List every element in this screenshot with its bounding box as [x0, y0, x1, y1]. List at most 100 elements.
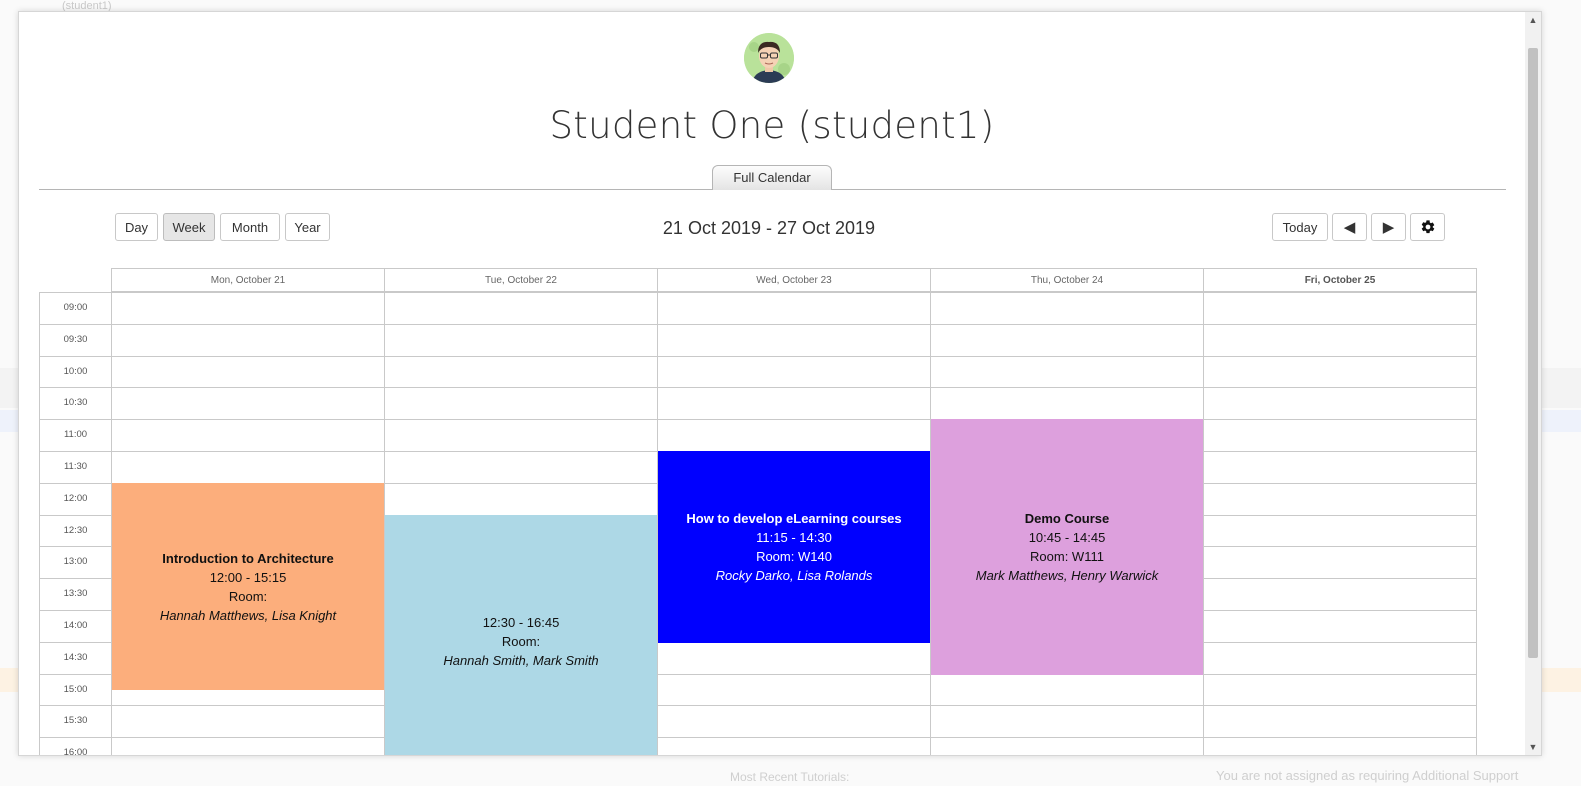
- calendar-slot[interactable]: [1203, 641, 1477, 675]
- prev-week-button[interactable]: ◀: [1332, 213, 1367, 241]
- calendar-slot[interactable]: [930, 673, 1204, 707]
- scroll-down-arrow-icon[interactable]: ▼: [1525, 739, 1541, 755]
- calendar-event[interactable]: Demo Course 10:45 - 14:45 Room: W111 Mark M…: [931, 419, 1203, 675]
- event-time: 10:45 - 14:45: [1028, 529, 1106, 545]
- calendar-slot[interactable]: [1203, 292, 1477, 325]
- next-week-button[interactable]: ▶: [1371, 213, 1406, 241]
- time-slot-label: 10:00: [39, 355, 112, 389]
- calendar-slot[interactable]: [657, 641, 931, 675]
- calendar-slot[interactable]: [1203, 482, 1477, 516]
- settings-button[interactable]: [1410, 213, 1445, 241]
- date-range-title: 21 Oct 2019 - 27 Oct 2019: [662, 218, 876, 238]
- calendar-slot[interactable]: [657, 705, 931, 739]
- calendar-slot[interactable]: [384, 323, 658, 357]
- time-slot-label: 10:30: [39, 387, 112, 421]
- event-title: Introduction to Architecture: [162, 550, 334, 566]
- time-slot-label: 13:30: [39, 578, 112, 611]
- calendar-slot[interactable]: [1203, 546, 1477, 580]
- calendar-slot[interactable]: [657, 323, 931, 357]
- calendar-slot[interactable]: [930, 705, 1204, 739]
- calendar-slot[interactable]: [657, 737, 931, 755]
- time-slot-label: 12:00: [39, 482, 112, 516]
- calendar-event[interactable]: 12:30 - 16:45 Room: Hannah Smith, Mark Smi…: [385, 514, 657, 755]
- time-slot-label: 14:30: [39, 641, 112, 675]
- calendar-slot[interactable]: [657, 292, 931, 325]
- background-footer-text: Most Recent Tutorials:: [730, 770, 850, 784]
- calendar-slot[interactable]: [657, 419, 931, 452]
- scroll-up-arrow-icon[interactable]: ▲: [1525, 12, 1541, 28]
- view-day-button[interactable]: Day: [115, 213, 158, 241]
- calendar-modal: Student One (student1) Full Calendar Day…: [18, 11, 1542, 756]
- calendar-slot[interactable]: [111, 387, 385, 421]
- calendar-slot[interactable]: [111, 705, 385, 739]
- calendar-slot[interactable]: [384, 451, 658, 484]
- calendar-slot[interactable]: [1203, 355, 1477, 389]
- event-people: Rocky Darko, Lisa Rolands: [715, 567, 873, 583]
- calendar-slot[interactable]: [657, 673, 931, 707]
- calendar-slot[interactable]: [930, 323, 1204, 357]
- event-room: Room: W111: [1030, 548, 1104, 564]
- calendar-slot[interactable]: [1203, 514, 1477, 548]
- time-slot-label: 09:00: [39, 292, 112, 325]
- view-year-button[interactable]: Year: [285, 213, 330, 241]
- calendar-slot[interactable]: [111, 419, 385, 452]
- time-slot-label: 15:30: [39, 705, 112, 739]
- calendar-event[interactable]: Introduction to Architecture 12:00 - 15:1…: [112, 482, 384, 691]
- calendar-slot[interactable]: [1203, 419, 1477, 452]
- calendar-slot[interactable]: [384, 482, 658, 516]
- calendar-slot[interactable]: [1203, 705, 1477, 739]
- calendar-slot[interactable]: [384, 292, 658, 325]
- scrollbar-thumb[interactable]: [1528, 48, 1538, 658]
- event-title: How to develop eLearning courses: [686, 510, 902, 526]
- calendar-slot[interactable]: [930, 292, 1204, 325]
- day-header: Thu, October 24: [930, 268, 1204, 292]
- calendar-slot[interactable]: [111, 292, 385, 325]
- calendar-slot[interactable]: [1203, 323, 1477, 357]
- calendar-slot[interactable]: [111, 323, 385, 357]
- profile-name: Student One (student1): [549, 104, 995, 147]
- modal-scrollbar[interactable]: ▲ ▼: [1525, 12, 1541, 755]
- calendar-slot[interactable]: [1203, 451, 1477, 484]
- event-time: 11:15 - 14:30: [756, 529, 832, 545]
- day-header: Wed, October 23: [657, 268, 931, 292]
- calendar-slot[interactable]: [1203, 578, 1477, 611]
- time-slot-label: 12:30: [39, 514, 112, 548]
- time-slot-label: 11:30: [39, 451, 112, 484]
- calendar-slot[interactable]: [1203, 610, 1477, 643]
- tab-full-calendar[interactable]: Full Calendar: [712, 165, 832, 190]
- calendar-slot[interactable]: [1203, 737, 1477, 755]
- view-month-button[interactable]: Month: [220, 213, 280, 241]
- time-slot-label: 13:00: [39, 546, 112, 580]
- calendar-slot[interactable]: [384, 387, 658, 421]
- calendar-slot[interactable]: [111, 737, 385, 755]
- event-people: Hannah Matthews, Lisa Knight: [159, 607, 337, 623]
- calendar-event[interactable]: How to develop eLearning courses 11:15 - …: [658, 451, 930, 643]
- event-title: Demo Course: [1024, 510, 1110, 526]
- previous-arrow-icon: ◀: [1343, 219, 1356, 236]
- today-button[interactable]: Today: [1272, 213, 1328, 241]
- calendar-slot[interactable]: [384, 419, 658, 452]
- calendar-slot[interactable]: [930, 737, 1204, 755]
- calendar-slot[interactable]: [1203, 673, 1477, 707]
- calendar-slot[interactable]: [1203, 387, 1477, 421]
- event-people: Mark Matthews, Henry Warwick: [975, 567, 1159, 583]
- day-header: Tue, October 22: [384, 268, 658, 292]
- view-week-button[interactable]: Week: [163, 213, 215, 241]
- calendar-slot[interactable]: [111, 355, 385, 389]
- calendar-slot[interactable]: [930, 355, 1204, 389]
- calendar-slot[interactable]: [111, 451, 385, 484]
- time-slot-label: 15:00: [39, 673, 112, 707]
- day-header: Fri, October 25: [1203, 268, 1477, 292]
- calendar-slot[interactable]: [657, 387, 931, 421]
- event-room: Room: W140: [756, 548, 832, 564]
- time-slot-label: 14:00: [39, 610, 112, 643]
- user-avatar-icon: [744, 33, 794, 83]
- background-support-text: You are not assigned as requiring Additi…: [1216, 768, 1519, 783]
- event-people: Hannah Smith, Mark Smith: [443, 652, 599, 668]
- event-time: 12:30 - 16:45: [482, 614, 560, 630]
- calendar-slot[interactable]: [930, 387, 1204, 421]
- event-room: Room:: [501, 633, 541, 649]
- calendar-slot[interactable]: [384, 355, 658, 389]
- calendar-slot[interactable]: [657, 355, 931, 389]
- next-arrow-icon: ▶: [1382, 219, 1395, 236]
